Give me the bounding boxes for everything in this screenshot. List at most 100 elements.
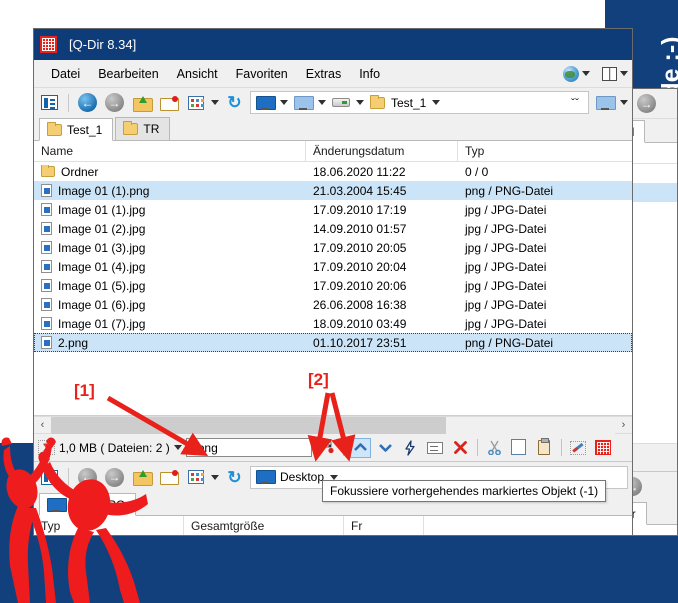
- cut-icon[interactable]: [484, 438, 505, 458]
- file-date: 17.09.2010 20:05: [313, 240, 407, 255]
- file-date: 17.09.2010 20:06: [313, 278, 407, 293]
- file-date: 18.06.2020 11:22: [313, 164, 406, 179]
- menu-item-ansicht[interactable]: Ansicht: [168, 65, 227, 83]
- filter-input[interactable]: [185, 438, 312, 457]
- drive-icon: [332, 98, 350, 107]
- lower-column-gesamtgroesse[interactable]: Gesamtgröße: [184, 516, 344, 535]
- column-header-name[interactable]: Name: [34, 140, 306, 162]
- menu-item-info[interactable]: Info: [350, 65, 389, 83]
- table-row[interactable]: Image 01 (4).jpg 17.09.2010 20:04 jpg / …: [34, 257, 632, 276]
- lower-column-frei[interactable]: Fr: [344, 516, 424, 535]
- edit-pencil-icon[interactable]: [568, 438, 589, 458]
- file-name: Ordner: [61, 164, 99, 179]
- chevron-down-icon[interactable]: [432, 100, 441, 105]
- scrollbar-track[interactable]: [51, 416, 615, 434]
- table-row[interactable]: Image 01 (3).jpg 17.09.2010 20:05 jpg / …: [34, 238, 632, 257]
- layout-grid-icon[interactable]: [602, 66, 617, 81]
- tab-test1[interactable]: Test_1: [39, 118, 114, 141]
- file-type: jpg / JPG-Datei: [465, 202, 547, 217]
- file-date: 17.09.2010 20:04: [313, 259, 407, 274]
- scroll-right-arrow[interactable]: ›: [615, 417, 632, 434]
- table-row[interactable]: Image 01 (6).jpg 26.06.2008 16:38 jpg / …: [34, 295, 632, 314]
- back-icon[interactable]: ←: [76, 91, 99, 114]
- chevron-down-icon[interactable]: [318, 100, 326, 105]
- file-name: Image 01 (1).jpg: [58, 202, 146, 217]
- address-bar[interactable]: Test_1 ˇˇ: [250, 91, 589, 114]
- globe-icon[interactable]: [563, 65, 579, 82]
- chevron-down-icon[interactable]: [620, 100, 628, 105]
- color-grid-icon[interactable]: [184, 466, 207, 489]
- focus-next-icon[interactable]: [375, 438, 396, 458]
- refresh-icon[interactable]: ↻: [223, 466, 246, 489]
- file-type: jpg / JPG-Datei: [465, 240, 547, 255]
- file-list[interactable]: Name Änderungsdatum Typ Ordner 18.06.202…: [34, 140, 632, 416]
- menu-item-bearbeiten[interactable]: Bearbeiten: [89, 65, 167, 83]
- file-name: Image 01 (3).jpg: [58, 240, 146, 255]
- folder-icon: [370, 94, 385, 109]
- file-type: jpg / JPG-Datei: [465, 297, 547, 312]
- menubar: Datei Bearbeiten Ansicht Favoriten Extra…: [34, 60, 632, 87]
- table-row[interactable]: Image 01 (1).jpg 17.09.2010 17:19 jpg / …: [34, 200, 632, 219]
- refresh-icon[interactable]: ↻: [223, 91, 246, 114]
- file-type: jpg / JPG-Datei: [465, 259, 547, 274]
- menu-item-extras[interactable]: Extras: [297, 65, 350, 83]
- table-row[interactable]: Image 01 (5).jpg 17.09.2010 20:06 jpg / …: [34, 276, 632, 295]
- new-folder-icon[interactable]: [157, 91, 180, 114]
- file-list-header: Name Änderungsdatum Typ: [34, 140, 632, 162]
- column-header-type[interactable]: Typ: [458, 141, 598, 162]
- monitor-icon: [256, 470, 276, 484]
- table-row[interactable]: Image 01 (1).png 21.03.2004 15:45 png / …: [34, 181, 632, 200]
- scrollbar-thumb[interactable]: [51, 416, 446, 434]
- table-row[interactable]: 2.png 01.10.2017 23:51 png / PNG-Datei: [34, 333, 632, 352]
- column-header-date[interactable]: Änderungsdatum: [306, 140, 458, 162]
- double-chevron-icon[interactable]: ˇˇ: [571, 96, 583, 110]
- delete-icon[interactable]: [450, 438, 471, 458]
- monitor-view-icon[interactable]: [593, 91, 616, 114]
- window-title: [Q-Dir 8.34]: [69, 37, 137, 52]
- image-icon: [41, 241, 52, 254]
- file-name: Image 01 (2).jpg: [58, 221, 146, 236]
- tooltip: Fokussiere vorhergehendes markiertes Obj…: [322, 480, 607, 502]
- chevron-down-icon[interactable]: [330, 474, 339, 480]
- scroll-left-arrow[interactable]: ‹: [34, 417, 51, 434]
- menu-item-datei[interactable]: Datei: [42, 65, 89, 83]
- file-date: 01.10.2017 23:51: [313, 335, 407, 350]
- image-icon: [41, 317, 52, 330]
- chevron-down-icon[interactable]: [620, 71, 628, 76]
- folder-up-icon[interactable]: [130, 91, 153, 114]
- tab-label: Test_1: [67, 122, 103, 137]
- forward-icon[interactable]: →: [103, 91, 126, 114]
- monitor-grey-icon: [294, 95, 314, 110]
- image-icon: [41, 203, 52, 216]
- folder-icon: [41, 164, 55, 177]
- chevron-down-icon[interactable]: [356, 100, 364, 105]
- chevron-down-icon[interactable]: [211, 474, 219, 480]
- qdir-grid-icon[interactable]: [593, 438, 614, 458]
- file-date: 21.03.2004 15:45: [313, 183, 407, 198]
- forward-icon[interactable]: →: [635, 92, 658, 115]
- dancing-figures-decoration: [1, 437, 148, 603]
- horizontal-scrollbar[interactable]: ‹ ›: [34, 416, 632, 434]
- tab-tr[interactable]: TR: [115, 117, 171, 140]
- chevron-down-icon[interactable]: [211, 100, 219, 105]
- focus-previous-icon[interactable]: [349, 437, 371, 458]
- main-toolbar: ← → ↻ Test_1 ˇˇ: [34, 87, 632, 117]
- menu-item-favoriten[interactable]: Favoriten: [227, 65, 297, 83]
- paste-icon[interactable]: [534, 438, 555, 458]
- list-view-icon[interactable]: [38, 91, 61, 114]
- toolbar-separator: [342, 439, 344, 456]
- copy-icon[interactable]: [509, 438, 530, 458]
- lightning-icon[interactable]: [400, 438, 421, 458]
- file-date: 14.09.2010 01:57: [313, 221, 407, 236]
- folder-icon: [47, 121, 62, 136]
- filter-flag-icon[interactable]: [316, 438, 337, 458]
- table-row[interactable]: Ordner 18.06.2020 11:22 0 / 0: [34, 162, 632, 181]
- chevron-down-icon[interactable]: [582, 71, 590, 76]
- table-row[interactable]: Image 01 (7).jpg 18.09.2010 03:49 jpg / …: [34, 314, 632, 333]
- color-grid-icon[interactable]: [184, 91, 207, 114]
- file-type: jpg / JPG-Datei: [465, 221, 547, 236]
- rename-icon[interactable]: [425, 438, 446, 458]
- chevron-down-icon[interactable]: [280, 100, 288, 105]
- table-row[interactable]: Image 01 (2).jpg 14.09.2010 01:57 jpg / …: [34, 219, 632, 238]
- qdir-red-grid-icon: [40, 36, 57, 53]
